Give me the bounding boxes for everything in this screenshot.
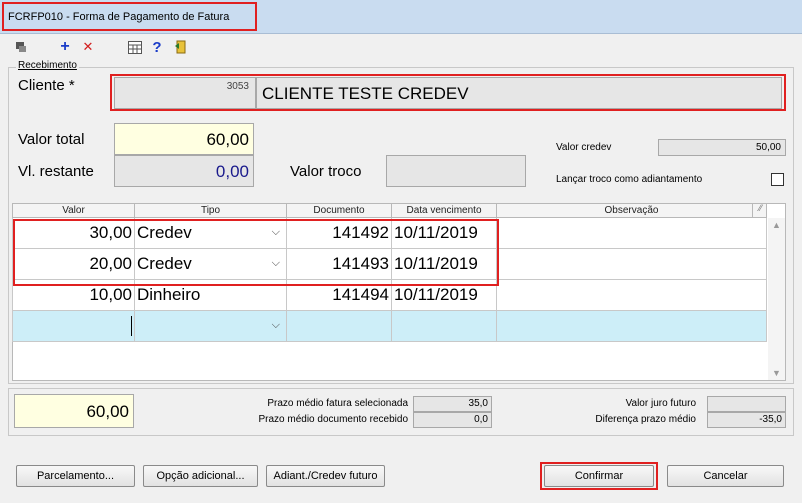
cell-obs-new[interactable] [496, 310, 767, 342]
valor-credev-value: 50,00 [755, 142, 781, 153]
cell-obs[interactable] [496, 248, 767, 280]
col-observacao[interactable]: Observação [496, 203, 767, 218]
col-documento[interactable]: Documento [286, 203, 392, 218]
lancar-troco-checkbox[interactable] [771, 173, 784, 186]
tipo-value: Credev [137, 223, 192, 242]
cell-data[interactable]: 10/11/2019 [391, 248, 497, 280]
chevron-down-icon[interactable]: ⌵ [272, 319, 280, 332]
diferenca-label: Diferença prazo médio [595, 414, 696, 425]
text-cursor [131, 316, 132, 337]
prazo-fatura-field: 35,0 [413, 396, 492, 412]
cliente-name-field: CLIENTE TESTE CREDEV [256, 77, 782, 109]
help-icon[interactable]: ? [148, 38, 166, 56]
table-row[interactable]: 30,00 Credev ⌵ 141492 10/11/2019 [12, 217, 767, 249]
valor-total-input[interactable]: 60,00 [114, 123, 254, 155]
adiant-credev-button[interactable]: Adiant./Credev futuro [266, 465, 385, 487]
window-title: FCRFP010 - Forma de Pagamento de Fatura [8, 11, 230, 23]
filter-icon[interactable] [12, 38, 30, 56]
cell-valor[interactable]: 10,00 [12, 279, 135, 311]
cell-documento[interactable]: 141494 [286, 279, 392, 311]
col-valor[interactable]: Valor [12, 203, 135, 218]
column-options-icon[interactable]: ⁄⁄ [752, 203, 768, 217]
calendar-grid-icon[interactable] [126, 38, 144, 56]
title-bar: FCRFP010 - Forma de Pagamento de Fatura [0, 0, 802, 34]
cell-valor-new[interactable] [12, 310, 135, 342]
chevron-down-icon[interactable]: ⌵ [272, 226, 280, 239]
opcao-adicional-button[interactable]: Opção adicional... [143, 465, 258, 487]
payment-grid: Valor Tipo Documento Data vencimento Obs… [12, 203, 767, 342]
cell-tipo[interactable]: Credev ⌵ [134, 217, 287, 249]
delete-icon[interactable]: ✕ [79, 38, 97, 56]
cliente-code: 3053 [226, 81, 249, 92]
cell-tipo-new[interactable]: ⌵ [134, 310, 287, 342]
valor-credev-field: 50,00 [658, 139, 786, 156]
vl-restante-label: Vl. restante [18, 163, 94, 180]
valor-troco-label: Valor troco [290, 163, 362, 180]
valor-credev-label: Valor credev [556, 142, 612, 153]
diferenca-value: -35,0 [759, 414, 782, 425]
cell-obs[interactable] [496, 217, 767, 249]
juro-futuro-label: Valor juro futuro [625, 398, 696, 409]
valor-total-label: Valor total [18, 131, 85, 148]
juro-futuro-field [707, 396, 786, 412]
scroll-down-icon[interactable]: ▼ [772, 368, 781, 378]
cell-valor[interactable]: 30,00 [12, 217, 135, 249]
vertical-scrollbar[interactable]: ▲ ▼ [768, 218, 785, 380]
cell-documento[interactable]: 141493 [286, 248, 392, 280]
grid-header: Valor Tipo Documento Data vencimento Obs… [12, 203, 767, 218]
exit-icon[interactable] [172, 38, 190, 56]
table-row-new[interactable]: ⌵ [12, 310, 767, 342]
prazo-doc-value: 0,0 [474, 414, 488, 425]
prazo-fatura-value: 35,0 [468, 398, 488, 409]
parcelamento-button[interactable]: Parcelamento... [16, 465, 135, 487]
table-row[interactable]: 20,00 Credev ⌵ 141493 10/11/2019 [12, 248, 767, 280]
valor-total-value: 60,00 [206, 130, 249, 149]
cell-data-new[interactable] [391, 310, 497, 342]
cell-documento[interactable]: 141492 [286, 217, 392, 249]
table-row[interactable]: 10,00 Dinheiro 141494 10/11/2019 [12, 279, 767, 311]
cell-data[interactable]: 10/11/2019 [391, 217, 497, 249]
col-data-vencimento[interactable]: Data vencimento [391, 203, 497, 218]
summary-total-value: 60,00 [86, 402, 129, 421]
cell-tipo[interactable]: Credev ⌵ [134, 248, 287, 280]
toolbar: + ✕ ? [0, 35, 802, 59]
cancelar-button[interactable]: Cancelar [667, 465, 784, 487]
confirmar-button[interactable]: Confirmar [544, 465, 654, 487]
prazo-doc-label: Prazo médio documento recebido [258, 414, 408, 425]
vl-restante-value: 0,00 [215, 162, 249, 181]
col-tipo[interactable]: Tipo [134, 203, 287, 218]
cell-valor[interactable]: 20,00 [12, 248, 135, 280]
vl-restante-field: 0,00 [114, 155, 254, 187]
valor-troco-field [386, 155, 526, 187]
tipo-value: Dinheiro [137, 285, 201, 304]
cliente-name: CLIENTE TESTE CREDEV [262, 84, 469, 103]
cliente-code-field[interactable]: 3053 [114, 77, 256, 109]
cell-documento-new[interactable] [286, 310, 392, 342]
summary-total-field: 60,00 [14, 394, 134, 428]
prazo-fatura-label: Prazo médio fatura selecionada [267, 398, 408, 409]
cell-data[interactable]: 10/11/2019 [391, 279, 497, 311]
cell-tipo[interactable]: Dinheiro [134, 279, 287, 311]
tipo-value: Credev [137, 254, 192, 273]
prazo-doc-field: 0,0 [413, 412, 492, 428]
section-label: Recebimento [16, 60, 79, 71]
chevron-down-icon[interactable]: ⌵ [272, 257, 280, 270]
cliente-label: Cliente * [18, 77, 75, 94]
scroll-up-icon[interactable]: ▲ [772, 220, 781, 230]
diferenca-field: -35,0 [707, 412, 786, 428]
lancar-troco-label: Lançar troco como adiantamento [556, 174, 703, 185]
add-icon[interactable]: + [56, 38, 74, 56]
cell-obs[interactable] [496, 279, 767, 311]
